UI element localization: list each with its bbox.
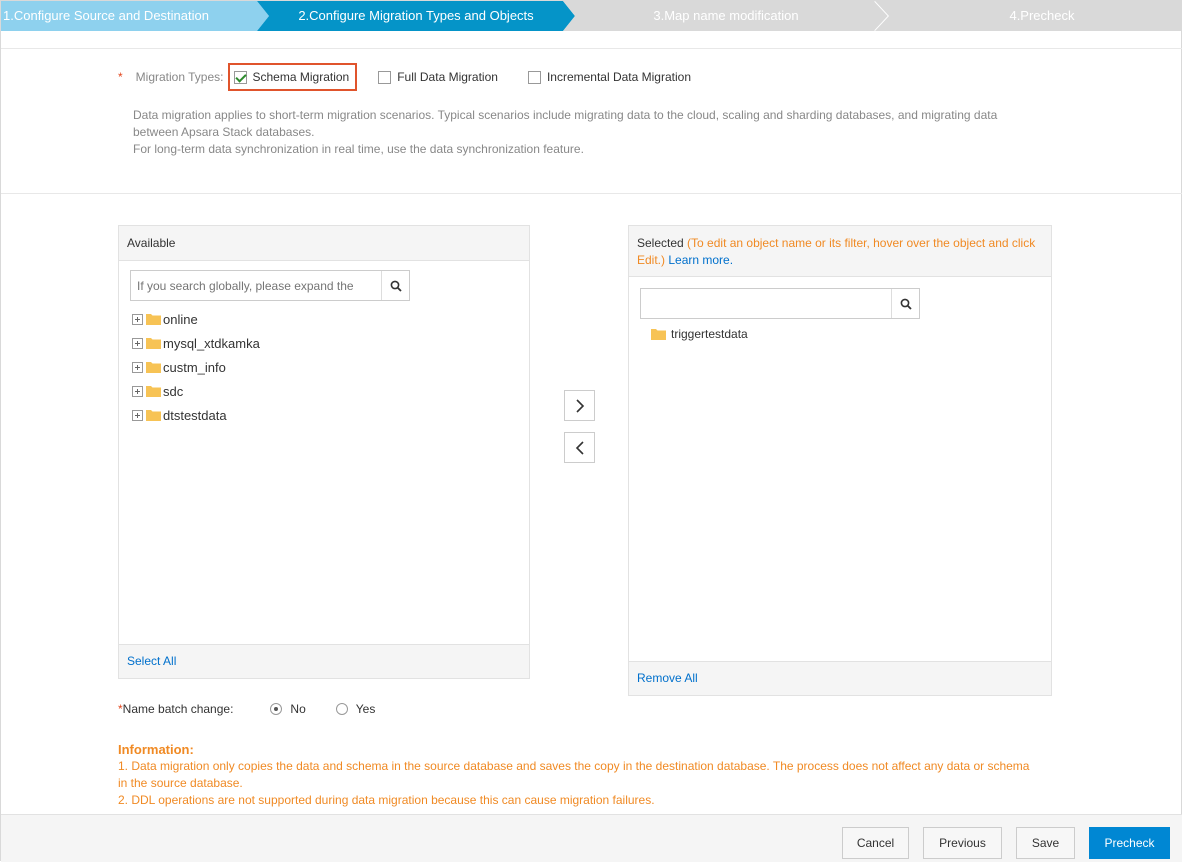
move-left-button[interactable] (564, 432, 595, 463)
tree-item-label: triggertestdata (671, 327, 748, 341)
expand-icon[interactable] (132, 337, 143, 349)
footer-bar: Cancel Previous Save Precheck (1, 814, 1182, 862)
tree-item[interactable]: online (132, 309, 198, 329)
available-search-input[interactable] (131, 271, 379, 300)
tree-item-label: mysql_xtdkamka (163, 335, 260, 351)
previous-button[interactable]: Previous (923, 827, 1002, 859)
precheck-button[interactable]: Precheck (1089, 827, 1170, 859)
checkbox-checked-icon (233, 70, 247, 84)
migration-description: Data migration applies to short-term mig… (133, 107, 1013, 158)
information-line: 2. DDL operations are not supported duri… (118, 793, 655, 807)
select-all-link[interactable]: Select All (127, 654, 176, 668)
selected-search (640, 288, 920, 319)
chevron-left-icon (575, 440, 584, 455)
tree-item-label: custm_info (163, 359, 226, 375)
step-configure-migration-types[interactable]: 2.Configure Migration Types and Objects (257, 1, 577, 31)
expand-icon[interactable] (132, 361, 143, 373)
checkbox-unchecked-icon (527, 70, 541, 84)
radio-selected-icon (270, 703, 283, 715)
description-line: Data migration applies to short-term mig… (133, 108, 998, 139)
radio-label: Yes (355, 702, 376, 716)
radio-yes[interactable]: Yes (335, 702, 376, 716)
folder-icon (146, 386, 161, 397)
search-icon[interactable] (891, 289, 919, 318)
expand-icon[interactable] (132, 385, 143, 397)
checkbox-label: Schema Migration (252, 70, 350, 84)
radio-label: No (290, 702, 306, 716)
information-notice: Information: 1. Data migration only copi… (118, 741, 1038, 809)
save-button[interactable]: Save (1016, 827, 1075, 859)
migration-task-config: 1.Configure Source and Destination 2.Con… (0, 0, 1182, 862)
wizard-stepper: 1.Configure Source and Destination 2.Con… (1, 1, 1182, 31)
migration-types-label: Migration Types: (135, 70, 224, 84)
information-line: 1. Data migration only copies the data a… (118, 759, 1030, 790)
expand-icon[interactable] (132, 313, 143, 325)
cancel-button[interactable]: Cancel (842, 827, 909, 859)
selected-search-input[interactable] (641, 289, 889, 318)
step-label: 3.Map name modification (653, 8, 799, 23)
name-batch-change-row: * Name batch change: No Yes (118, 699, 375, 719)
selected-panel-footer: Remove All (629, 661, 1051, 695)
radio-no[interactable]: No (270, 702, 306, 716)
step-label: 1.Configure Source and Destination (3, 8, 209, 23)
folder-icon (651, 329, 666, 340)
information-title: Information: (118, 742, 194, 757)
selected-title: Selected (637, 236, 684, 250)
tree-item-label: dtstestdata (163, 407, 227, 423)
description-line: For long-term data synchronization in re… (133, 142, 584, 156)
tree-item[interactable]: sdc (132, 381, 183, 401)
tree-item-label: sdc (163, 383, 184, 399)
full-data-migration-checkbox[interactable]: Full Data Migration (378, 63, 498, 91)
available-panel-footer: Select All (119, 644, 529, 678)
tree-item-label: online (163, 311, 198, 327)
step-label: 4.Precheck (1009, 8, 1075, 23)
divider (1, 48, 1182, 49)
name-batch-change-label: Name batch change: (122, 702, 234, 716)
tree-item[interactable]: dtstestdata (132, 405, 227, 425)
tree-item[interactable]: mysql_xtdkamka (132, 333, 260, 353)
schema-migration-checkbox[interactable]: Schema Migration (227, 63, 358, 91)
expand-icon[interactable] (132, 409, 143, 421)
step-map-name[interactable]: 3.Map name modification (563, 1, 891, 31)
checkbox-unchecked-icon (378, 70, 392, 84)
tree-item[interactable]: custm_info (132, 357, 226, 377)
selected-panel-header: Selected (To edit an object name or its … (629, 226, 1051, 277)
move-right-button[interactable] (564, 390, 595, 421)
checkbox-label: Incremental Data Migration (546, 70, 692, 84)
folder-icon (146, 314, 161, 325)
available-search (130, 270, 410, 301)
folder-icon (146, 410, 161, 421)
step-precheck[interactable]: 4.Precheck (875, 1, 1182, 31)
remove-all-link[interactable]: Remove All (637, 671, 698, 685)
migration-types-row: * Migration Types: Schema Migration Full… (118, 63, 691, 91)
step-label: 2.Configure Migration Types and Objects (298, 8, 534, 23)
checkbox-label: Full Data Migration (397, 70, 498, 84)
search-icon[interactable] (381, 271, 409, 300)
selected-tree-item[interactable]: triggertestdata (651, 324, 748, 344)
step-configure-source[interactable]: 1.Configure Source and Destination (1, 1, 271, 31)
chevron-right-icon (575, 398, 584, 413)
radio-unselected-icon (335, 703, 348, 715)
folder-icon (146, 362, 161, 373)
required-mark: * (118, 70, 123, 84)
folder-icon (146, 338, 161, 349)
available-panel-header: Available (119, 226, 529, 261)
incremental-data-migration-checkbox[interactable]: Incremental Data Migration (527, 63, 692, 91)
learn-more-link[interactable]: Learn more. (668, 253, 733, 267)
divider (1, 193, 1182, 194)
